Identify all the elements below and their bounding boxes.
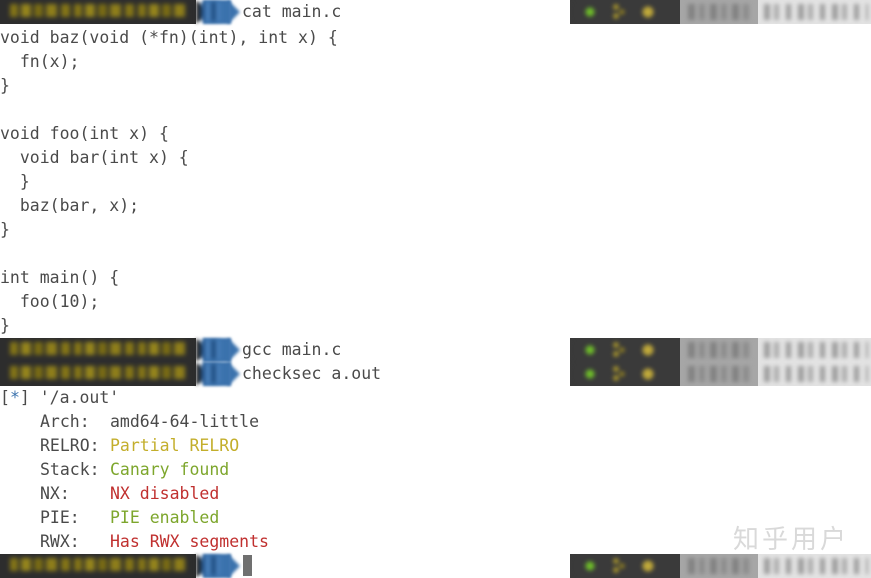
status-glyphs-blurred: [576, 3, 676, 21]
status-edge-left: [570, 366, 572, 382]
redacted-blur-overlay: [10, 342, 186, 355]
redacted-blur-overlay: [10, 4, 186, 17]
status-edge-left: [570, 558, 572, 574]
bracket-close: ]: [19, 388, 40, 407]
redacted-blur-overlay-blue: [200, 2, 220, 21]
redacted-blur-overlay-blue: [200, 364, 220, 383]
status-segment-light: [758, 554, 871, 578]
code-line-2: fn(x);: [0, 52, 80, 71]
status-segment-light: [758, 0, 871, 24]
status-segment-mid: [680, 362, 758, 386]
redacted-blur-overlay: [10, 558, 186, 571]
checksec-row: RWX: Has RWX segments: [0, 530, 269, 554]
checksec-row: PIE: PIE enabled: [0, 506, 219, 530]
command-cat: cat main.c: [242, 2, 342, 21]
code-line-1: void baz(void (*fn)(int), int x) {: [0, 28, 338, 47]
status-glyphs-blurred: [764, 366, 868, 382]
checksec-row: NX: NX disabled: [0, 482, 219, 506]
code-line-5: void foo(int x) {: [0, 124, 169, 143]
checksec-target-path: '/a.out': [39, 388, 120, 407]
checksec-value-relro: Partial RELRO: [110, 436, 240, 455]
prompt-segment-user-redacted: [0, 338, 196, 362]
command-checksec: checksec a.out: [242, 364, 382, 383]
status-segment-dark: [570, 0, 680, 24]
powerline-arrow-blue-icon: [228, 362, 240, 386]
status-glyphs-blurred: [764, 342, 868, 358]
checksec-label-pie: PIE:: [40, 508, 80, 527]
prompt-segment-user-redacted: [0, 0, 196, 24]
status-glyphs-blurred: [576, 341, 676, 359]
status-segment-dark: [570, 362, 680, 386]
terminal-window: cat main.c void baz(void (*fn)(int), int…: [0, 0, 871, 578]
status-segment-dark: [570, 554, 680, 578]
status-star-icon: *: [9, 388, 20, 407]
checksec-value-nx: NX disabled: [110, 484, 220, 503]
code-line-7: }: [0, 172, 30, 191]
checksec-value-arch: amd64-64-little: [110, 412, 260, 431]
status-edge-left: [570, 342, 572, 358]
status-glyphs-blurred: [764, 4, 868, 20]
text-cursor[interactable]: [243, 555, 252, 576]
code-line-8: baz(bar, x);: [0, 196, 140, 215]
bracket-open: [: [0, 388, 10, 407]
checksec-row: RELRO: Partial RELRO: [0, 434, 239, 458]
code-line-13: }: [0, 316, 10, 335]
checksec-label-rwx: RWX:: [40, 532, 80, 551]
status-glyphs-blurred: [576, 557, 676, 575]
watermark-text: 知乎用户: [733, 525, 850, 555]
status-edge-left: [570, 4, 572, 20]
prompt-segment-user-redacted: [0, 362, 196, 386]
redacted-blur-overlay: [10, 366, 186, 379]
code-line-3: }: [0, 76, 10, 95]
checksec-label-relro: RELRO:: [40, 436, 100, 455]
checksec-target-line: [*] '/a.out': [0, 386, 119, 410]
powerline-arrow-blue-icon: [228, 338, 240, 362]
status-segment-light: [758, 362, 871, 386]
status-segment-dark: [570, 338, 680, 362]
redacted-blur-overlay-blue: [200, 556, 220, 575]
code-line-9: }: [0, 220, 10, 239]
status-segment-mid: [680, 554, 758, 578]
status-segment-mid: [680, 338, 758, 362]
checksec-label-nx: NX:: [40, 484, 70, 503]
status-glyphs-blurred: [688, 342, 750, 358]
status-glyphs-blurred: [764, 558, 868, 574]
status-glyphs-blurred: [688, 366, 750, 382]
checksec-label-arch: Arch:: [40, 412, 90, 431]
checksec-row: Arch: amd64-64-little: [0, 410, 259, 434]
code-line-11: int main() {: [0, 268, 120, 287]
status-glyphs-blurred: [688, 4, 750, 20]
checksec-row: Stack: Canary found: [0, 458, 229, 482]
prompt-segment-user-redacted: [0, 554, 196, 578]
status-glyphs-blurred: [576, 365, 676, 383]
code-line-6: void bar(int x) {: [0, 148, 189, 167]
status-segment-mid: [680, 0, 758, 24]
redacted-blur-overlay-blue: [200, 340, 220, 359]
checksec-value-rwx: Has RWX segments: [110, 532, 269, 551]
checksec-label-stack: Stack:: [40, 460, 100, 479]
code-line-12: foo(10);: [0, 292, 100, 311]
command-gcc: gcc main.c: [242, 340, 342, 359]
powerline-arrow-blue-icon: [228, 554, 240, 578]
checksec-value-pie: PIE enabled: [110, 508, 220, 527]
checksec-value-stack: Canary found: [110, 460, 230, 479]
powerline-arrow-blue-icon: [228, 0, 240, 24]
status-glyphs-blurred: [688, 558, 750, 574]
status-segment-light: [758, 338, 871, 362]
